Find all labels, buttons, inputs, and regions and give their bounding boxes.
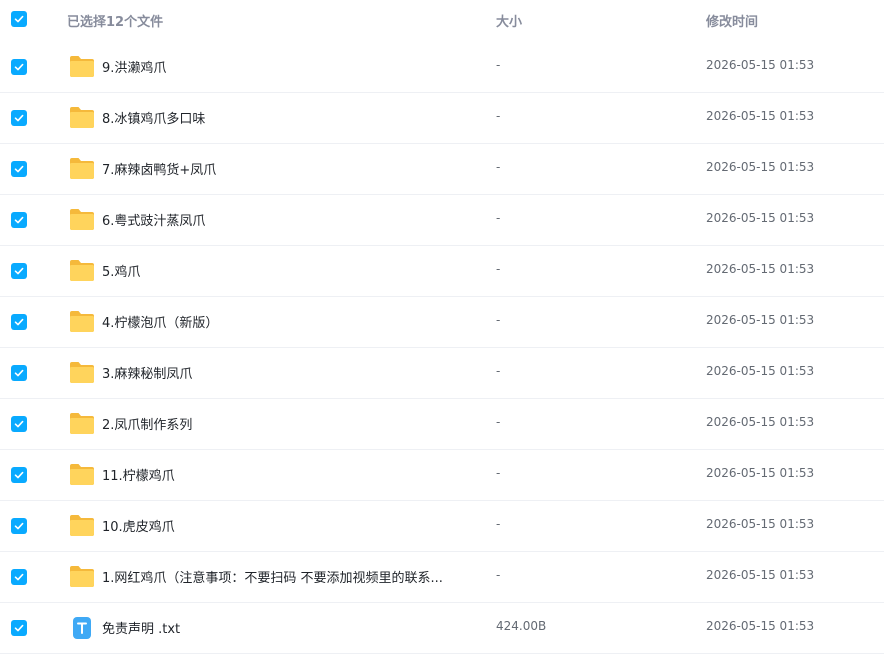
row-checkbox[interactable] <box>11 416 27 432</box>
file-row[interactable]: 5.鸡爪 - 2026-05-15 01:53 <box>0 246 884 297</box>
txt-file-icon <box>72 617 98 641</box>
file-row[interactable]: 10.虎皮鸡爪 - 2026-05-15 01:53 <box>0 501 884 552</box>
check-icon <box>14 267 24 275</box>
file-size: - <box>496 415 501 429</box>
file-name[interactable]: 11.柠檬鸡爪 <box>102 465 175 484</box>
file-size: 424.00B <box>496 619 547 633</box>
file-row[interactable]: 免责声明 .txt 424.00B 2026-05-15 01:53 <box>0 603 884 654</box>
check-icon <box>14 318 24 326</box>
file-size: - <box>496 364 501 378</box>
check-icon <box>14 522 24 530</box>
check-icon <box>14 471 24 479</box>
check-icon <box>14 165 24 173</box>
file-modified-time: 2026-05-15 01:53 <box>706 58 815 72</box>
file-size: - <box>496 517 501 531</box>
folder-icon <box>69 105 95 129</box>
file-name[interactable]: 10.虎皮鸡爪 <box>102 516 175 535</box>
selected-count-label: 已选择12个文件 <box>67 15 164 30</box>
file-row[interactable]: 6.粤式豉汁蒸凤爪 - 2026-05-15 01:53 <box>0 195 884 246</box>
file-size: - <box>496 160 501 174</box>
file-row[interactable]: 3.麻辣秘制凤爪 - 2026-05-15 01:53 <box>0 348 884 399</box>
folder-icon <box>69 258 95 282</box>
file-name[interactable]: 7.麻辣卤鸭货+凤爪 <box>102 159 216 178</box>
file-name[interactable]: 8.冰镇鸡爪多口味 <box>102 108 205 127</box>
row-checkbox[interactable] <box>11 314 27 330</box>
row-checkbox[interactable] <box>11 212 27 228</box>
folder-icon <box>69 360 95 384</box>
file-name[interactable]: 4.柠檬泡爪（新版） <box>102 312 218 331</box>
file-size: - <box>496 211 501 225</box>
folder-icon <box>69 309 95 333</box>
file-modified-time: 2026-05-15 01:53 <box>706 109 815 123</box>
file-row[interactable]: 11.柠檬鸡爪 - 2026-05-15 01:53 <box>0 450 884 501</box>
row-checkbox[interactable] <box>11 467 27 483</box>
select-all-checkbox[interactable] <box>11 11 27 27</box>
file-row[interactable]: 8.冰镇鸡爪多口味 - 2026-05-15 01:53 <box>0 93 884 144</box>
row-checkbox[interactable] <box>11 365 27 381</box>
file-row[interactable]: 7.麻辣卤鸭货+凤爪 - 2026-05-15 01:53 <box>0 144 884 195</box>
file-size: - <box>496 568 501 582</box>
modified-column-header[interactable]: 修改时间 <box>706 11 758 30</box>
file-size: - <box>496 262 501 276</box>
file-name[interactable]: 免责声明 .txt <box>102 618 180 637</box>
file-modified-time: 2026-05-15 01:53 <box>706 568 815 582</box>
check-icon <box>14 573 24 581</box>
row-checkbox[interactable] <box>11 110 27 126</box>
folder-icon <box>69 564 95 588</box>
file-row[interactable]: 2.凤爪制作系列 - 2026-05-15 01:53 <box>0 399 884 450</box>
folder-icon <box>69 207 95 231</box>
file-row[interactable]: 4.柠檬泡爪（新版） - 2026-05-15 01:53 <box>0 297 884 348</box>
folder-icon <box>69 156 95 180</box>
file-name[interactable]: 9.洪濑鸡爪 <box>102 57 166 76</box>
folder-icon <box>69 54 95 78</box>
file-list-header: 已选择12个文件 大小 修改时间 <box>0 0 884 40</box>
check-icon <box>14 369 24 377</box>
row-checkbox[interactable] <box>11 263 27 279</box>
file-name[interactable]: 3.麻辣秘制凤爪 <box>102 363 192 382</box>
file-row[interactable]: 9.洪濑鸡爪 - 2026-05-15 01:53 <box>0 42 884 93</box>
row-checkbox[interactable] <box>11 620 27 636</box>
file-modified-time: 2026-05-15 01:53 <box>706 262 815 276</box>
file-modified-time: 2026-05-15 01:53 <box>706 466 815 480</box>
folder-icon <box>69 462 95 486</box>
row-checkbox[interactable] <box>11 569 27 585</box>
size-column-header[interactable]: 大小 <box>496 11 522 30</box>
check-icon <box>14 114 24 122</box>
file-modified-time: 2026-05-15 01:53 <box>706 517 815 531</box>
file-size: - <box>496 466 501 480</box>
file-modified-time: 2026-05-15 01:53 <box>706 160 815 174</box>
file-modified-time: 2026-05-15 01:53 <box>706 211 815 225</box>
file-size: - <box>496 313 501 327</box>
check-icon <box>14 420 24 428</box>
file-modified-time: 2026-05-15 01:53 <box>706 364 815 378</box>
file-row[interactable]: 1.网红鸡爪（注意事项：不要扫码 不要添加视频里的联系... - 2026-05-1… <box>0 552 884 603</box>
folder-icon <box>69 411 95 435</box>
row-checkbox[interactable] <box>11 161 27 177</box>
file-size: - <box>496 58 501 72</box>
file-modified-time: 2026-05-15 01:53 <box>706 313 815 327</box>
file-modified-time: 2026-05-15 01:53 <box>706 619 815 633</box>
row-checkbox[interactable] <box>11 59 27 75</box>
check-icon <box>14 216 24 224</box>
file-name[interactable]: 6.粤式豉汁蒸凤爪 <box>102 210 205 229</box>
file-size: - <box>496 109 501 123</box>
file-name[interactable]: 5.鸡爪 <box>102 261 140 280</box>
row-checkbox[interactable] <box>11 518 27 534</box>
file-list: 9.洪濑鸡爪 - 2026-05-15 01:53 8.冰镇鸡爪多口味 - 2026-05… <box>0 42 884 654</box>
check-icon <box>14 63 24 71</box>
folder-icon <box>69 513 95 537</box>
file-name[interactable]: 1.网红鸡爪（注意事项：不要扫码 不要添加视频里的联系... <box>102 567 443 586</box>
file-name[interactable]: 2.凤爪制作系列 <box>102 414 192 433</box>
file-modified-time: 2026-05-15 01:53 <box>706 415 815 429</box>
check-icon <box>14 624 24 632</box>
check-icon <box>14 15 24 23</box>
